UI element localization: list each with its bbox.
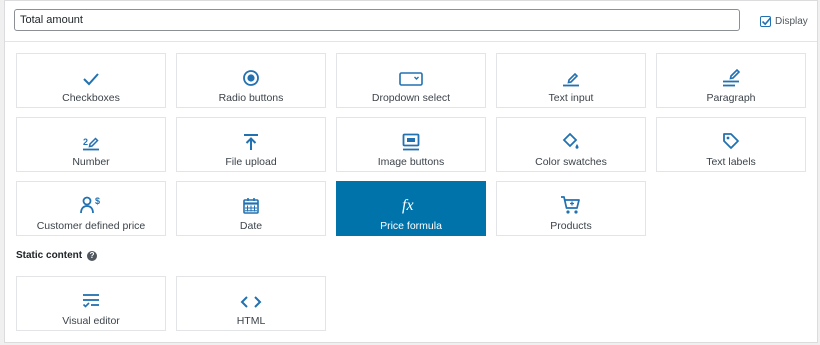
field-type-label: Visual editor [62,315,120,327]
field-type-text-input[interactable]: Text input [496,53,646,108]
tag-icon [723,133,739,149]
field-type-checkboxes[interactable]: Checkboxes [16,53,166,108]
text-input-icon [563,72,579,87]
field-header: Display [5,1,817,42]
paint-bucket-icon [562,132,579,149]
field-type-label: Checkboxes [62,92,120,104]
field-type-dropdown-select[interactable]: Dropdown select [336,53,486,108]
field-type-label: Text input [548,92,594,104]
field-type-label: Date [239,220,263,232]
field-type-text-labels[interactable]: Text labels [656,117,806,172]
dropdown-icon [399,72,423,86]
field-type-products[interactable]: Products [496,181,646,236]
help-icon[interactable]: ? [87,250,98,261]
display-checkbox[interactable] [760,15,772,27]
svg-text:fx: fx [402,197,414,214]
field-type-date[interactable]: Date [176,181,326,236]
field-type-color-swatches[interactable]: Color swatches [496,117,646,172]
radio-button-icon [243,70,259,86]
field-type-label: HTML [236,315,266,327]
customer-price-icon: $ [80,196,100,214]
field-type-file-upload[interactable]: File upload [176,117,326,172]
field-type-customer-defined-price[interactable]: $ Customer defined price [16,181,166,236]
checkmark-icon [83,73,99,86]
field-type-label: Dropdown select [371,92,451,104]
cart-icon [561,196,580,214]
static-content-heading: Static content ? [16,250,98,261]
static-type-visual-editor[interactable]: Visual editor [16,276,166,331]
svg-text:2: 2 [83,137,88,147]
field-type-label: Text labels [706,156,756,168]
visual-editor-icon [82,294,99,308]
field-title-input[interactable] [14,9,740,31]
field-type-label: Products [550,220,592,232]
static-content-title: Static content [16,250,83,261]
field-type-label: Number [72,156,110,168]
field-type-label: Customer defined price [36,220,146,232]
field-type-label: Image buttons [377,156,445,168]
field-type-paragraph[interactable]: Paragraph [656,53,806,108]
field-type-label: Price formula [380,220,442,232]
field-type-label: Color swatches [535,156,607,168]
number-icon: 2 [83,137,99,151]
upload-icon [244,134,258,150]
display-toggle[interactable]: Display [760,13,808,29]
display-label: Display [775,15,808,27]
field-type-price-formula[interactable]: fx Price formula [336,181,486,236]
field-type-number[interactable]: 2 Number [16,117,166,172]
calendar-icon [243,198,259,214]
field-type-radio-buttons[interactable]: Radio buttons [176,53,326,108]
paragraph-icon [723,68,741,87]
image-buttons-icon [402,133,420,151]
field-type-label: File upload [225,156,277,168]
code-icon [240,296,262,308]
field-type-label: Radio buttons [218,92,284,104]
field-type-label: Paragraph [706,92,756,104]
static-type-html[interactable]: HTML [176,276,326,331]
field-editor-panel: Display Checkboxes Radio buttons Dropdow… [4,0,818,343]
field-type-image-buttons[interactable]: Image buttons [336,117,486,172]
formula-icon: fx [402,197,414,214]
svg-text:$: $ [95,196,100,206]
checkmark-icon [761,16,772,25]
